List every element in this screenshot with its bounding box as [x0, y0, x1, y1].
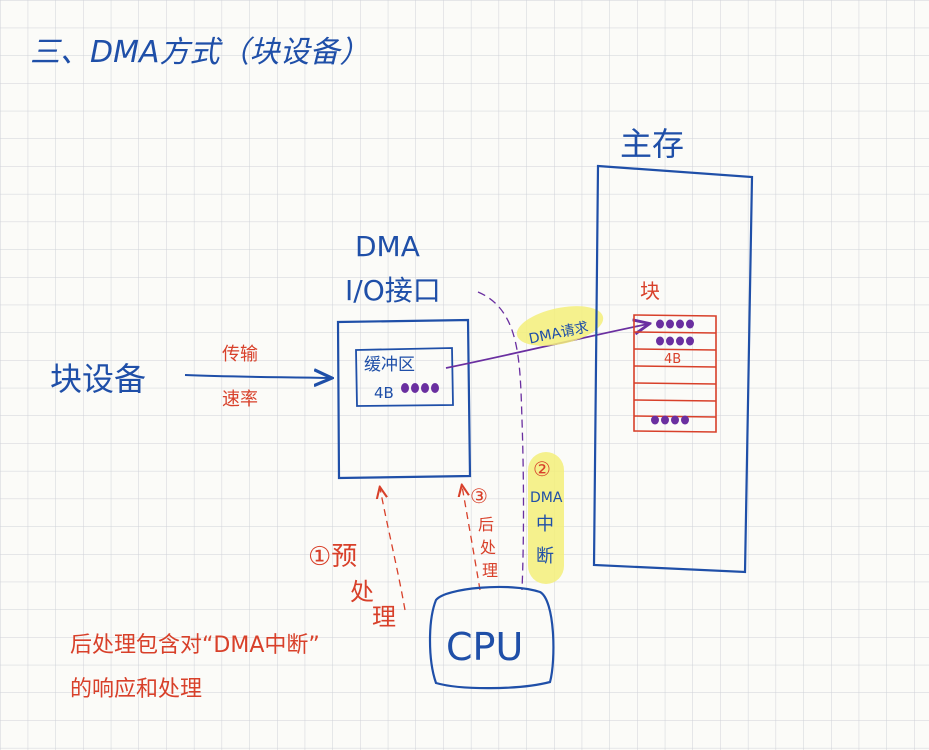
main-memory-label: 主存 [620, 125, 684, 163]
buffer-label: 缓冲区 [364, 355, 415, 375]
step3-label-line3: 处 [480, 538, 496, 557]
page-title: 三、DMA方式（块设备） [30, 35, 370, 70]
step1-label-line1: ①预 [308, 542, 357, 572]
transfer-rate-label-line1: 传输 [222, 344, 258, 365]
block-device-label: 块设备 [50, 360, 146, 398]
memory-block-label: 块 [640, 279, 660, 303]
step2-label-line2: DMA [530, 490, 563, 506]
note-line-1: 后处理包含对“DMA中断” [70, 633, 320, 658]
dma-interface-label-line2: I/O接口 [345, 274, 441, 307]
memory-block-size-label: 4B [664, 352, 681, 367]
step1-label-line2: 处 [350, 578, 374, 606]
buffer-size-label: 4B [374, 384, 394, 402]
step2-label-line4: 断 [536, 546, 554, 567]
step3-label-line2: 后 [478, 515, 494, 534]
transfer-rate-label-line2: 速率 [222, 389, 258, 410]
step2-label-line1: ② [533, 457, 551, 481]
cpu-label: CPU [446, 625, 523, 669]
step3-label-line4: 理 [482, 561, 498, 580]
step2-label-line3: 中 [536, 514, 554, 535]
note-line-2: 的响应和处理 [70, 677, 202, 702]
dma-interface-label-line1: DMA [355, 230, 420, 263]
step1-label-line3: 理 [372, 603, 396, 631]
step3-label-line1: ③ [470, 484, 488, 508]
dma-diagram: 三、DMA方式（块设备） 块设备 传输 速率 DMA I/O接口 缓冲区 4B … [0, 0, 929, 750]
